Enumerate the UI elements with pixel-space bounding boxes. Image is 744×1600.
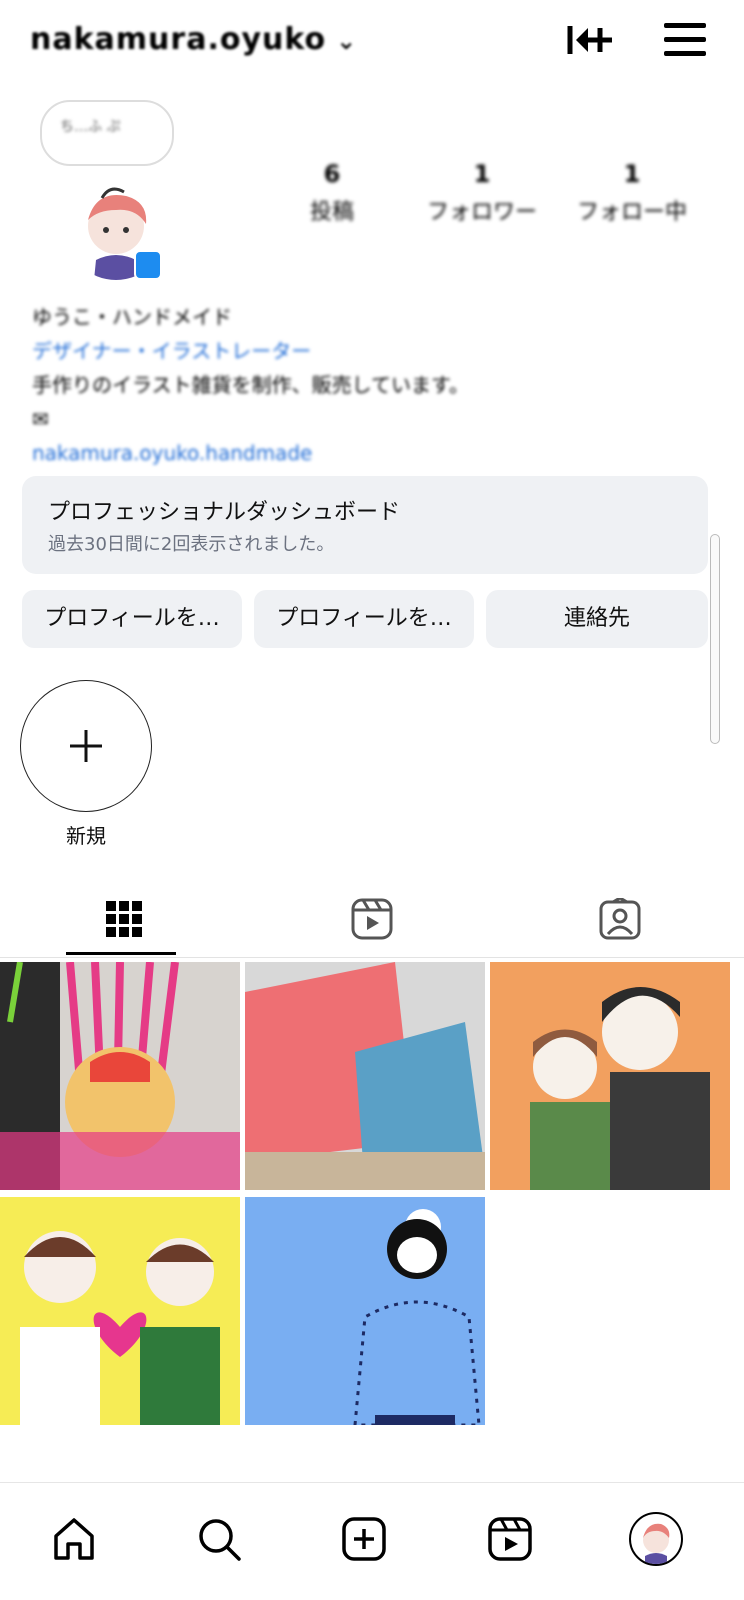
profile-nav[interactable] [614, 1497, 698, 1581]
stat-following[interactable]: 1 フォロー中 [562, 160, 702, 226]
story-badge [134, 250, 162, 280]
category-label[interactable]: デザイナー・イラストレーター [32, 334, 712, 368]
tagged-user-icon [599, 898, 641, 940]
plus-icon [70, 730, 102, 762]
edit-profile-button[interactable]: プロフィールを… [22, 590, 242, 648]
profile-avatar[interactable] [629, 1512, 683, 1566]
stat-label: 投稿 [309, 200, 354, 225]
tagged-tab[interactable] [496, 880, 744, 958]
add-user-icon[interactable] [566, 18, 616, 62]
profile-tabs [0, 880, 744, 958]
post-thumbnail[interactable] [490, 962, 730, 1190]
profile-stats: 6 投稿 1 フォロワー 1 フォロー中 [262, 160, 702, 230]
post-thumbnail[interactable] [0, 1197, 240, 1425]
new-highlight[interactable]: 新規 [20, 680, 152, 860]
contact-button[interactable]: 連絡先 [486, 590, 708, 648]
stat-followers[interactable]: 1 フォロワー [412, 160, 552, 226]
note-bubble[interactable]: ち…ふ ぷ [40, 100, 174, 166]
reels-icon[interactable] [468, 1497, 552, 1581]
stat-count: 6 [323, 160, 341, 188]
active-tab-indicator [66, 952, 176, 955]
stat-label: フォロー中 [576, 200, 687, 225]
post-thumbnail[interactable] [245, 1197, 485, 1425]
post-thumbnail[interactable] [0, 962, 240, 1190]
grid-tab[interactable] [0, 880, 248, 958]
post-thumbnail[interactable] [245, 962, 485, 1190]
profile-page: nakamura.oyuko ⌄ ち…ふ ぷ 6 投稿 1 フォロワー 1 フォ… [0, 0, 744, 1600]
bottom-navigation [0, 1482, 744, 1600]
stat-count: 1 [623, 160, 641, 188]
stat-label: フォロワー [426, 200, 537, 225]
top-bar: nakamura.oyuko ⌄ [0, 0, 744, 80]
display-name: ゆうこ・ハンドメイド [32, 305, 232, 329]
profile-avatar-area[interactable]: ち…ふ ぷ [40, 100, 190, 280]
home-icon[interactable] [32, 1497, 116, 1581]
reels-icon [351, 898, 393, 940]
bio-text-cont: ✉ [32, 407, 49, 431]
hamburger-menu-icon[interactable] [662, 20, 708, 60]
stat-count: 1 [473, 160, 491, 188]
reels-tab[interactable] [248, 880, 496, 958]
new-highlight-label: 新規 [66, 824, 106, 848]
username-label: nakamura.oyuko [30, 22, 327, 57]
chevron-down-icon: ⌄ [336, 27, 358, 55]
stat-posts[interactable]: 6 投稿 [262, 160, 402, 226]
search-icon[interactable] [177, 1497, 261, 1581]
create-icon[interactable] [322, 1497, 406, 1581]
dashboard-subtitle: 過去30日間に2回表示されました。 [48, 534, 335, 555]
share-profile-button[interactable]: プロフィールを… [254, 590, 474, 648]
profile-action-buttons: プロフィールを… プロフィールを… 連絡先 [22, 590, 708, 648]
note-text: ち…ふ ぷ [60, 119, 121, 135]
grid-icon [106, 901, 142, 937]
dashboard-title: プロフェッショナルダッシュボード [48, 500, 401, 525]
account-switcher[interactable]: nakamura.oyuko ⌄ [30, 22, 357, 57]
bio-text: 手作りのイラスト雑貨を制作、販売しています。 [32, 373, 469, 397]
new-highlight-circle[interactable] [20, 680, 152, 812]
professional-dashboard-card[interactable]: プロフェッショナルダッシュボード 過去30日間に2回表示されました。 [22, 476, 708, 574]
scrollbar[interactable] [710, 534, 720, 744]
bio-link[interactable]: nakamura.oyuko.handmade [32, 436, 712, 470]
profile-bio: ゆうこ・ハンドメイド デザイナー・イラストレーター 手作りのイラスト雑貨を制作、… [32, 300, 712, 470]
